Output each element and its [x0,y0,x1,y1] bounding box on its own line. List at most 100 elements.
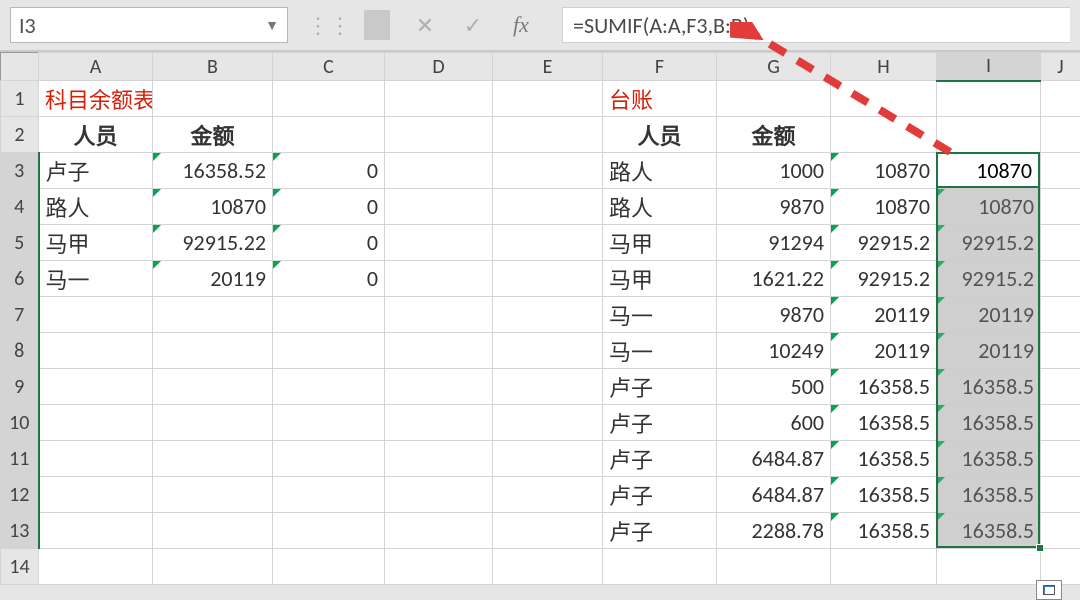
cell-C4[interactable]: 0 [273,189,385,225]
cell-B5[interactable]: 92915.22 [153,225,273,261]
cell-D9[interactable] [385,369,493,405]
select-all-corner[interactable] [1,53,39,81]
cell-I12[interactable]: 16358.5 [937,477,1041,513]
cell-B11[interactable] [153,441,273,477]
cell-H14[interactable] [831,549,937,585]
cell-G1[interactable] [717,81,831,117]
cell-C12[interactable] [273,477,385,513]
cell-B9[interactable] [153,369,273,405]
cell-D8[interactable] [385,333,493,369]
cell-H11[interactable]: 16358.5 [831,441,937,477]
cell-F7[interactable]: 马一 [603,297,717,333]
cell-I1[interactable] [937,81,1041,117]
row-header[interactable]: 6 [1,261,39,297]
cell-D11[interactable] [385,441,493,477]
cell-G7[interactable]: 9870 [717,297,831,333]
cell-H13[interactable]: 16358.5 [831,513,937,549]
cell-E7[interactable] [493,297,603,333]
cell-I4[interactable]: 10870 [937,189,1041,225]
cell-D4[interactable] [385,189,493,225]
cell-F9[interactable]: 卢子 [603,369,717,405]
cell-I13[interactable]: 16358.5 [937,513,1041,549]
cell-D6[interactable] [385,261,493,297]
cell-I3[interactable]: 10870 [937,153,1041,189]
cell-I9[interactable]: 16358.5 [937,369,1041,405]
cell-I6[interactable]: 92915.2 [937,261,1041,297]
cell-J2[interactable] [1041,117,1080,153]
cell-G3[interactable]: 1000 [717,153,831,189]
enter-icon[interactable]: ✓ [460,12,486,39]
row-header[interactable]: 13 [1,513,39,549]
name-box-dropdown-icon[interactable]: ▼ [265,17,279,34]
cell-A7[interactable] [39,297,153,333]
cell-A13[interactable] [39,513,153,549]
cell-A9[interactable] [39,369,153,405]
cell-D2[interactable] [385,117,493,153]
cell-G14[interactable] [717,549,831,585]
cell-G2[interactable]: 金额 [717,117,831,153]
cancel-icon[interactable]: ✕ [412,12,438,39]
cell-H12[interactable]: 16358.5 [831,477,937,513]
cell-E4[interactable] [493,189,603,225]
cell-J6[interactable] [1041,261,1080,297]
col-header-A[interactable]: A [39,53,153,81]
row-header[interactable]: 9 [1,369,39,405]
row-header[interactable]: 12 [1,477,39,513]
cell-E5[interactable] [493,225,603,261]
cell-J9[interactable] [1041,369,1080,405]
col-header-J[interactable]: J [1041,53,1080,81]
cell-E6[interactable] [493,261,603,297]
cell-E8[interactable] [493,333,603,369]
cell-F4[interactable]: 路人 [603,189,717,225]
cell-B14[interactable] [153,549,273,585]
cell-G13[interactable]: 2288.78 [717,513,831,549]
cell-F3[interactable]: 路人 [603,153,717,189]
cell-C8[interactable] [273,333,385,369]
cell-A6[interactable]: 马一 [39,261,153,297]
cell-D12[interactable] [385,477,493,513]
cell-A11[interactable] [39,441,153,477]
cell-E12[interactable] [493,477,603,513]
cell-A8[interactable] [39,333,153,369]
cell-J12[interactable] [1041,477,1080,513]
cell-C13[interactable] [273,513,385,549]
cell-I14[interactable] [937,549,1041,585]
cell-F6[interactable]: 马甲 [603,261,717,297]
cell-C3[interactable]: 0 [273,153,385,189]
cell-H5[interactable]: 92915.2 [831,225,937,261]
cell-A4[interactable]: 路人 [39,189,153,225]
worksheet[interactable]: A B C D E F G H I J 1科目余额表台账2人员金额人员金额3卢子… [0,52,1080,585]
cell-D5[interactable] [385,225,493,261]
cell-G11[interactable]: 6484.87 [717,441,831,477]
cell-A3[interactable]: 卢子 [39,153,153,189]
cell-F8[interactable]: 马一 [603,333,717,369]
cell-B12[interactable] [153,477,273,513]
cell-G6[interactable]: 1621.22 [717,261,831,297]
col-header-E[interactable]: E [493,53,603,81]
row-header[interactable]: 2 [1,117,39,153]
cell-A12[interactable] [39,477,153,513]
cell-J7[interactable] [1041,297,1080,333]
col-header-B[interactable]: B [153,53,273,81]
col-header-G[interactable]: G [717,53,831,81]
cell-F5[interactable]: 马甲 [603,225,717,261]
cell-I8[interactable]: 20119 [937,333,1041,369]
cell-E1[interactable] [493,81,603,117]
cell-A2[interactable]: 人员 [39,117,153,153]
cell-D14[interactable] [385,549,493,585]
cell-G8[interactable]: 10249 [717,333,831,369]
cell-B1[interactable] [153,81,273,117]
row-header[interactable]: 11 [1,441,39,477]
col-header-I[interactable]: I [937,53,1041,81]
cell-G12[interactable]: 6484.87 [717,477,831,513]
cell-F11[interactable]: 卢子 [603,441,717,477]
autofill-options-button[interactable] [1036,580,1062,600]
cell-C6[interactable]: 0 [273,261,385,297]
cell-H4[interactable]: 10870 [831,189,937,225]
cell-F10[interactable]: 卢子 [603,405,717,441]
cell-H6[interactable]: 92915.2 [831,261,937,297]
cell-D7[interactable] [385,297,493,333]
cell-I2[interactable] [937,117,1041,153]
cell-J8[interactable] [1041,333,1080,369]
cell-J13[interactable] [1041,513,1080,549]
